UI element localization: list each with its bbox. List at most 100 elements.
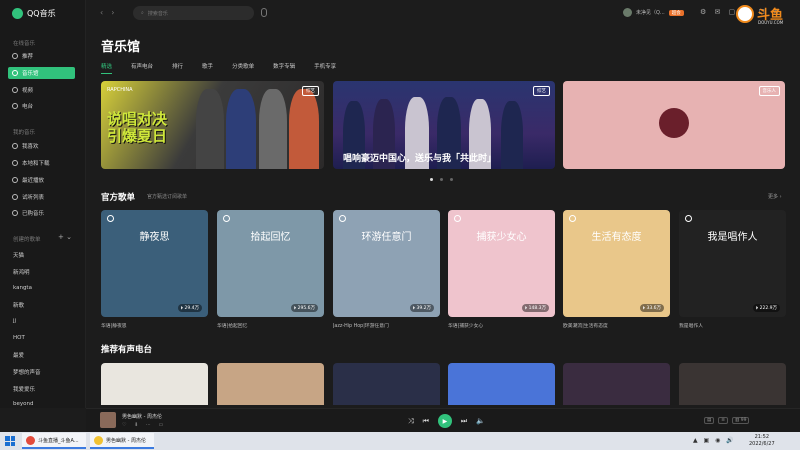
search-icon: ⌕ xyxy=(141,10,144,16)
sidebar-item-local[interactable]: 本地和下载 xyxy=(8,157,75,169)
banner-tag: 综艺 xyxy=(533,86,550,96)
app-logo[interactable]: QQ音乐 xyxy=(12,8,56,19)
playlist-item[interactable]: 最爱 xyxy=(13,351,24,359)
radio-card[interactable] xyxy=(101,363,208,405)
playlist-item[interactable]: HOT xyxy=(13,335,25,341)
user-info[interactable]: 未净见（Q... 超会 xyxy=(623,8,684,17)
player-bar: 男色幽默 - 周杰伦 ♡ ⬇ ⋯ ▭ ⤨ ⏮ ▶ ⏭ 🔈 ▤ ≡ ▥ 99 xyxy=(86,408,800,432)
more-link[interactable]: 更多 › xyxy=(768,193,782,200)
player-right-controls[interactable]: ▤ ≡ ▥ 99 xyxy=(704,417,750,424)
sidebar-item-recent[interactable]: 最近播放 xyxy=(8,174,75,186)
playlist-card[interactable]: 拾起回忆 ⏵ 295.6万 xyxy=(217,210,324,317)
microphone-icon[interactable] xyxy=(261,8,267,17)
music-hall-icon xyxy=(12,70,18,76)
qq-music-mark-icon xyxy=(454,215,461,222)
tab-digital-albums[interactable]: 数字专辑 xyxy=(273,62,295,70)
douyu-url: DOUYU.COM xyxy=(758,20,784,25)
tab-mobile-exclusive[interactable]: 手机专享 xyxy=(314,62,336,70)
playlist-item[interactable]: 天猫 xyxy=(13,251,24,259)
tab-charts[interactable]: 排行 xyxy=(172,62,183,70)
playlist-cover-text: 生活有态度 xyxy=(591,232,642,243)
banner-slogan: 唱响豪迈中国心，送乐与我「共此时」 xyxy=(343,154,497,164)
next-icon[interactable]: ⏭ xyxy=(461,417,467,426)
playlist-cover-text: 静夜思 xyxy=(139,232,170,243)
banner-rap[interactable]: RAPCHINA 说唱对决 引爆夏日 综艺 xyxy=(101,81,324,169)
playlist-item[interactable]: 我爱爱乐 xyxy=(13,385,35,393)
banner-musician[interactable]: 音乐人 xyxy=(563,81,785,169)
douyu-watermark: 斗鱼 DOUYU.COM xyxy=(736,2,796,28)
playlist-item[interactable]: 梦想的声音 xyxy=(13,368,41,376)
play-count-value: 29.4万 xyxy=(184,306,199,311)
playlist-caption[interactable]: Jazz-Hip Hop|环游任意门 xyxy=(333,322,440,329)
tab-featured[interactable]: 精选 xyxy=(101,62,113,74)
play-count: ⏵ 295.6万 xyxy=(290,304,318,312)
vip-badge[interactable]: 超会 xyxy=(668,9,684,16)
playlist-cover-text: 拾起回忆 xyxy=(250,232,291,243)
previous-icon[interactable]: ⏮ xyxy=(423,417,429,426)
tab-audio-radio[interactable]: 有声电台 xyxy=(131,62,153,70)
playlist-item[interactable]: jj xyxy=(13,318,16,324)
playlist-caption[interactable]: 华语|静夜思 xyxy=(101,322,208,329)
windows-start-icon[interactable] xyxy=(5,436,15,446)
now-playing-title[interactable]: 男色幽默 - 周杰伦 xyxy=(122,413,162,420)
qq-music-mark-icon xyxy=(685,215,692,222)
banner-variety[interactable]: 唱响豪迈中国心，送乐与我「共此时」 综艺 xyxy=(333,81,555,169)
banner-figure xyxy=(196,89,224,169)
play-button[interactable]: ▶ xyxy=(437,414,452,428)
playlist-item[interactable]: 新鸿明 xyxy=(13,268,30,276)
tab-category-playlists[interactable]: 分类歌单 xyxy=(232,62,254,70)
playlist-card[interactable]: 环游任意门 ⏵ 39.2万 xyxy=(333,210,440,317)
sidebar-item-video[interactable]: 视频 xyxy=(8,84,75,96)
os-taskbar: 斗鱼直播_斗鱼A... 男色幽默 - 周杰伦 ▲ ▣ ◉ 🔊 21:52 202… xyxy=(0,432,800,450)
playlist-cover-text: 环游任意门 xyxy=(361,232,412,243)
playlist-caption[interactable]: 华语|捕获少女心 xyxy=(448,322,555,329)
qq-music-taskbar-icon xyxy=(94,435,103,445)
radio-card[interactable] xyxy=(448,363,555,405)
back-forward-icon[interactable]: ‹› xyxy=(100,8,122,17)
sidebar-item-recommend[interactable]: 推荐 xyxy=(8,50,75,62)
sidebar-item-radio[interactable]: 电台 xyxy=(8,100,75,112)
taskbar-item-browser[interactable]: 斗鱼直播_斗鱼A... xyxy=(22,433,86,449)
volume-icon[interactable]: 🔈 xyxy=(476,417,485,425)
sidebar-item-trial-list[interactable]: 试听列表 xyxy=(8,191,75,203)
shuffle-icon[interactable]: ⤨ xyxy=(408,417,414,426)
qq-music-mark-icon xyxy=(339,215,346,222)
search-input[interactable]: ⌕ 搜索音乐 xyxy=(133,6,254,20)
avatar[interactable] xyxy=(623,8,632,17)
playlist-card[interactable]: 静夜思 ⏵ 29.4万 xyxy=(101,210,208,317)
playlist-card[interactable]: 捕获少女心 ⏵ 148.3万 xyxy=(448,210,555,317)
system-tray-icons[interactable]: ▲ ▣ ◉ 🔊 xyxy=(693,437,736,444)
sidebar-item-purchased[interactable]: 已购音乐 xyxy=(8,207,75,219)
playlist-card[interactable]: 我是唱作人 ⏵ 222.9万 xyxy=(679,210,786,317)
radio-card[interactable] xyxy=(679,363,786,405)
taskbar-label: 男色幽默 - 周杰伦 xyxy=(106,437,146,444)
carousel-dots[interactable] xyxy=(430,178,453,181)
video-icon xyxy=(12,87,18,93)
playlist-item[interactable]: kangta xyxy=(13,285,32,291)
clock-time: 21:52 xyxy=(754,434,770,440)
add-playlist-icon[interactable]: + ⌄ xyxy=(58,233,72,241)
qq-music-logo-icon xyxy=(12,8,23,19)
playlist-caption[interactable]: 我是唱作人 xyxy=(679,322,786,329)
tab-singers[interactable]: 歌手 xyxy=(202,62,213,70)
playlist-caption[interactable]: 欧美潮流|生活有态度 xyxy=(563,322,670,329)
system-clock[interactable]: 21:52 2022/6/27 xyxy=(749,434,775,448)
player-action-icons[interactable]: ♡ ⬇ ⋯ ▭ xyxy=(122,422,166,428)
user-name[interactable]: 未净见（Q... xyxy=(636,9,665,16)
playlist-card[interactable]: 生活有态度 ⏵ 33.6万 xyxy=(563,210,670,317)
now-playing-cover[interactable] xyxy=(100,412,116,428)
radio-card[interactable] xyxy=(563,363,670,405)
qq-music-mark-icon xyxy=(107,215,114,222)
sidebar-item-music-hall[interactable]: 音乐馆 xyxy=(8,67,75,79)
radio-card[interactable] xyxy=(333,363,440,405)
playlist-caption[interactable]: 华语|拾起回忆 xyxy=(217,322,324,329)
sidebar-item-liked[interactable]: 我喜欢 xyxy=(8,140,75,152)
playlist-item[interactable]: beyond xyxy=(13,401,33,407)
radio-card[interactable] xyxy=(217,363,324,405)
playlist-item[interactable]: 新歌 xyxy=(13,301,24,309)
tab-bar: 精选 有声电台 排行 歌手 分类歌单 数字专辑 手机专享 xyxy=(101,62,336,74)
banner-headline-line-1: 说唱对决 xyxy=(107,110,168,128)
radio-section-title: 推荐有声电台 xyxy=(101,345,153,355)
banner-headline-line-2: 引爆夏日 xyxy=(107,127,168,145)
taskbar-item-qqmusic[interactable]: 男色幽默 - 周杰伦 xyxy=(90,433,154,449)
